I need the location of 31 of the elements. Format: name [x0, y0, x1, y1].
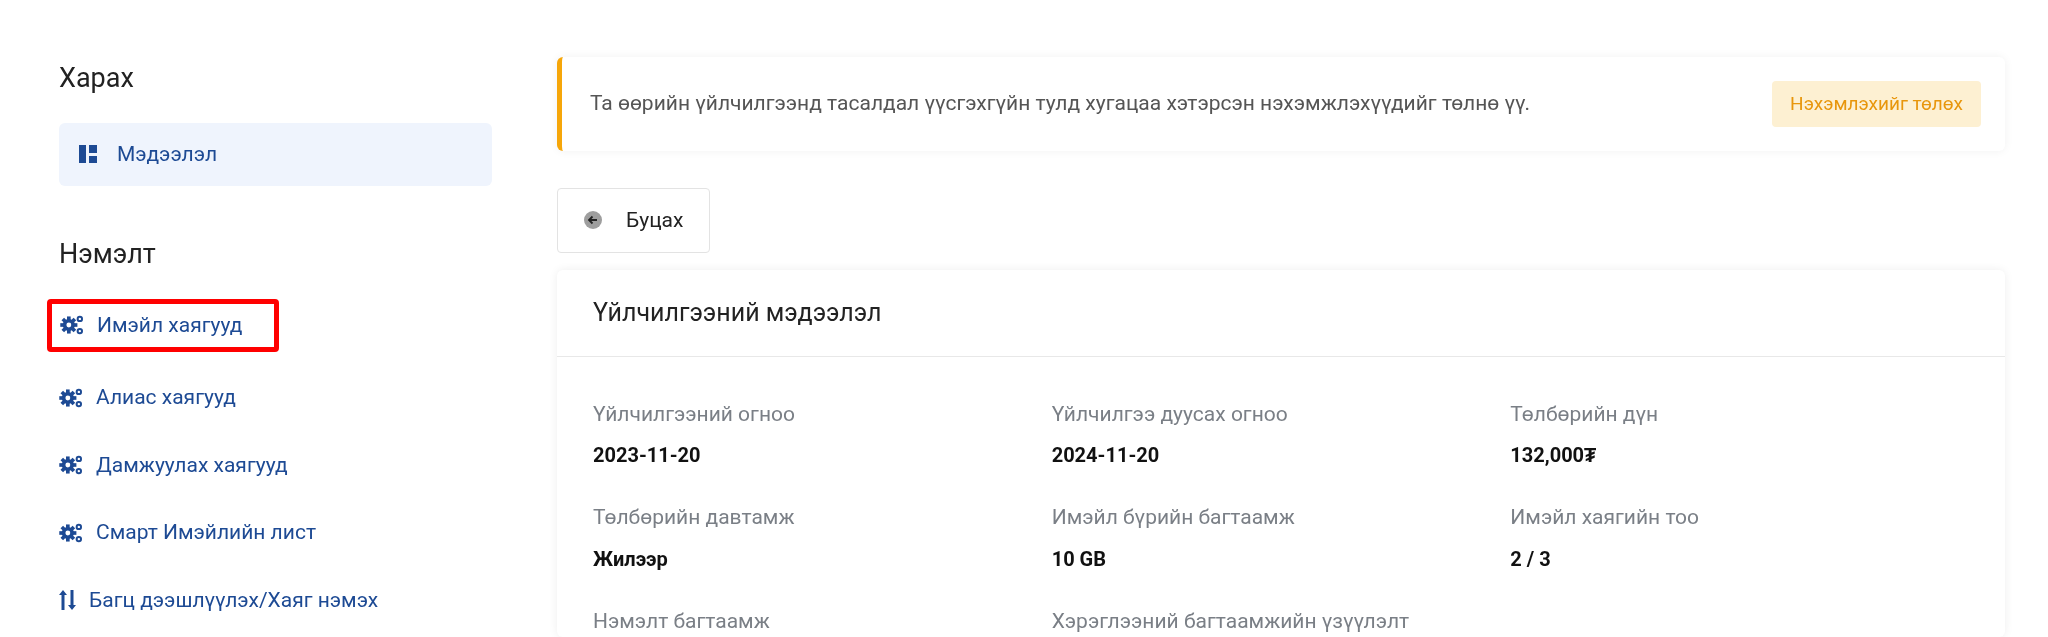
sidebar-item[interactable]: Имэйл хаягууд: [60, 303, 243, 347]
sidebar-item[interactable]: Алиас хаягууд: [59, 376, 492, 420]
field-value: 2 / 3: [1510, 545, 1552, 573]
sidebar-item[interactable]: Мэдээлэл: [59, 122, 492, 186]
sidebar-item[interactable]: Смарт Имэйлийн лист: [59, 511, 492, 555]
field-label: Имэйл бүрийн багтаамж: [1051, 504, 1296, 531]
field-label: Нэмэлт багтаамж: [593, 607, 771, 635]
card-title: Үйлчилгээний мэдээлэл: [593, 296, 882, 329]
gears-icon: [59, 454, 84, 477]
gears-icon: [59, 386, 84, 409]
sort-arrows-icon: [59, 590, 77, 611]
field-label: Төлбөрийн дүн: [1510, 400, 1660, 428]
alert-message: Та өөрийн үйлчилгээнд тасалдал үүсгэхгүйн тулд хугацаа хэтэрсэн нэхэмжлэхүүдийг төлнө үү.: [590, 90, 1530, 118]
field-value: 132,000₮: [1510, 442, 1598, 469]
field-label: Имэйл хаягийн тоо: [1510, 504, 1701, 531]
section-heading: Харах: [59, 61, 135, 96]
sidebar-item[interactable]: Багц дээшлүүлэх/Хаяг нэмэх: [59, 578, 492, 622]
field-value: 10 GB: [1051, 545, 1107, 573]
field-value: 2023-11-20: [593, 442, 702, 469]
dashboard-icon: [79, 145, 97, 164]
sidebar-item[interactable]: Дамжуулах хаягууд: [59, 443, 492, 487]
field-label: Үйлчилгээ дуусах огноо: [1051, 400, 1289, 428]
field-value: Жилээр: [593, 545, 669, 573]
section-heading: Нэмэлт: [59, 237, 157, 272]
gears-icon: [59, 521, 84, 544]
back-button[interactable]: Буцах: [557, 188, 711, 253]
field-label: Төлбөрийн давтамж: [593, 504, 796, 531]
gears-icon: [60, 314, 85, 337]
field-value: 2024-11-20: [1051, 442, 1161, 469]
field-label: Үйлчилгээний огноо: [593, 400, 796, 428]
field-label: Хэрэглээний багтаамжийн үзүүлэлт: [1051, 607, 1411, 635]
